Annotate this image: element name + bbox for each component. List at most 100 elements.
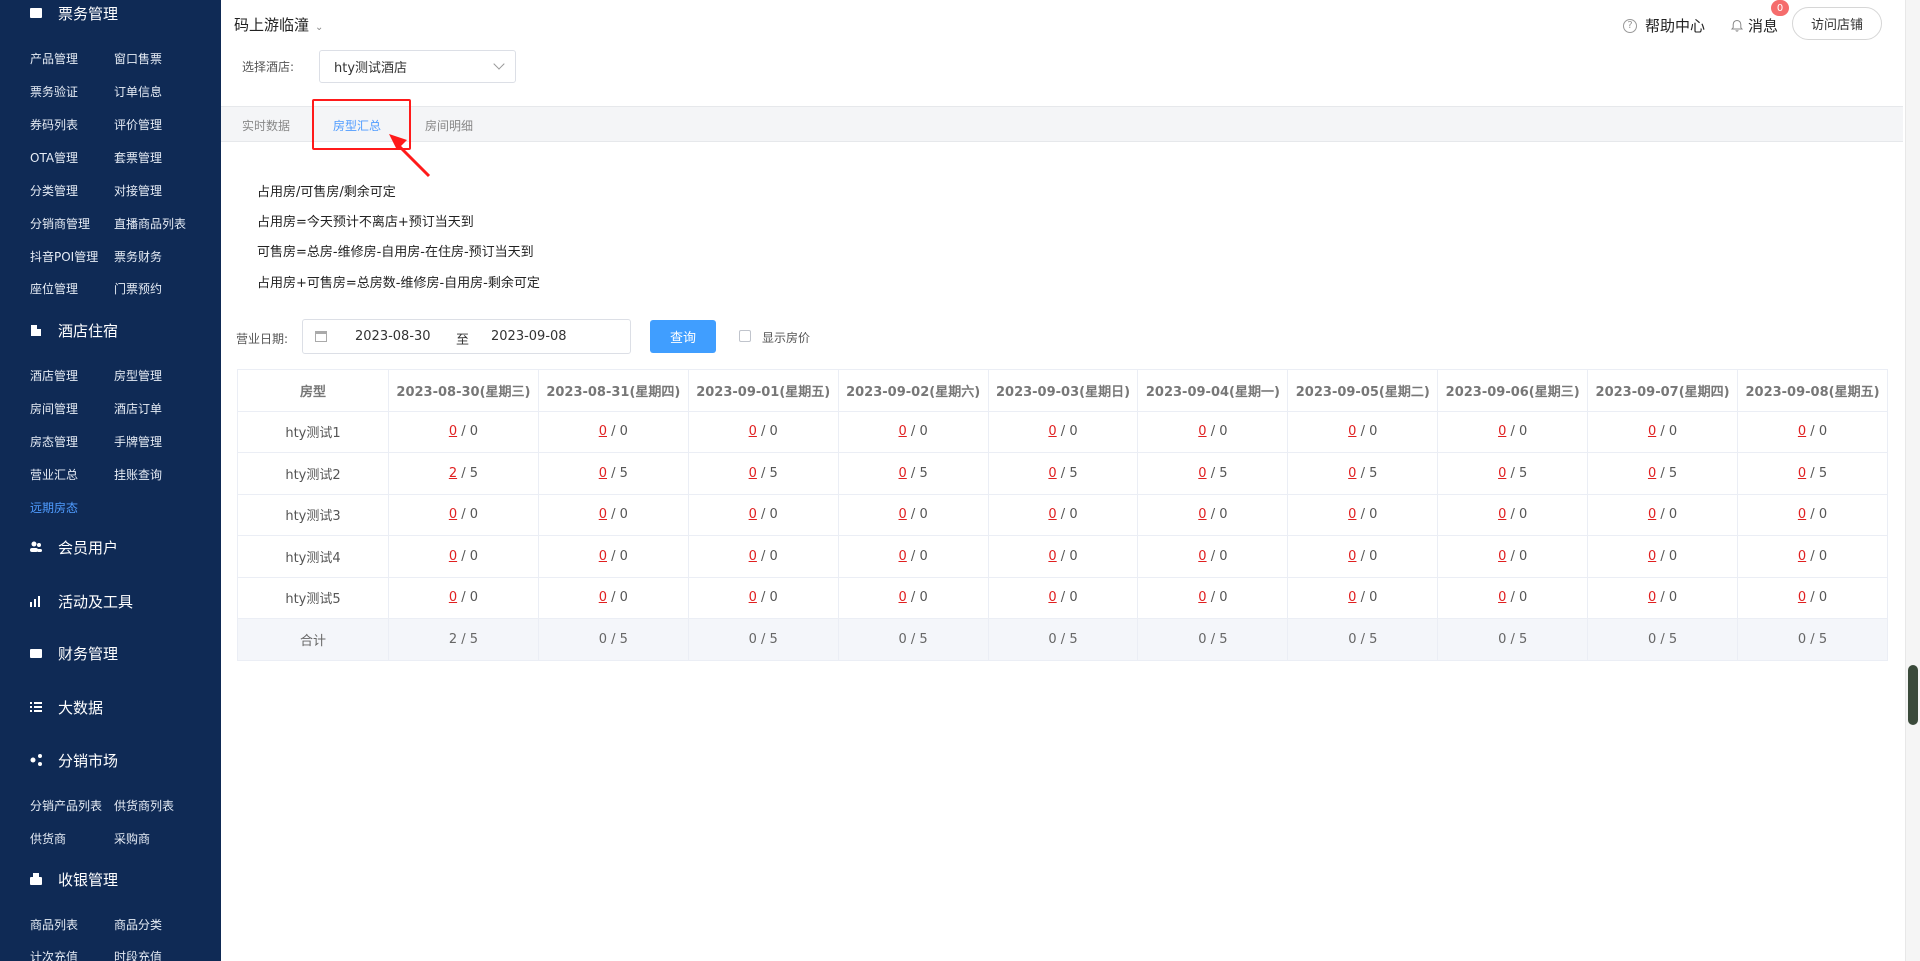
occupied-count-link[interactable]: 0 [899,424,907,439]
sidebar-item[interactable]: 票务验证 [30,83,78,100]
occupied-count-link[interactable]: 0 [749,590,757,605]
occupied-count-link[interactable]: 0 [1648,590,1656,605]
hotel-select[interactable]: hty测试酒店 [319,50,516,83]
sidebar-item[interactable]: 采购商 [114,830,150,847]
sidebar-item[interactable]: OTA管理 [30,149,78,166]
start-date[interactable]: 2023-08-30 [355,329,431,344]
occupied-count-link[interactable]: 0 [1198,466,1206,481]
sidebar-item[interactable]: 酒店管理 [30,367,78,384]
occupied-count-link[interactable]: 2 [449,466,457,481]
page-scrollbar[interactable] [1905,0,1920,961]
sidebar-item[interactable]: 票务财务 [114,248,162,265]
sidebar-section-members[interactable]: 会员用户 [0,532,221,562]
sidebar-item[interactable]: 商品列表 [30,916,78,933]
occupied-count-link[interactable]: 0 [1648,549,1656,564]
occupied-count-link[interactable]: 0 [1798,549,1806,564]
occupied-count-link[interactable]: 0 [599,507,607,522]
sidebar-item[interactable]: 分类管理 [30,182,78,199]
sidebar-item[interactable]: 座位管理 [30,280,78,297]
occupied-count-link[interactable]: 0 [749,549,757,564]
sidebar-item[interactable]: 时段充值 [114,948,162,961]
sidebar-item[interactable]: 营业汇总 [30,466,78,483]
occupied-count-link[interactable]: 0 [1198,507,1206,522]
occupied-count-link[interactable]: 0 [449,549,457,564]
sidebar-section-cashier[interactable]: 收银管理 [0,864,221,894]
help-center-link[interactable]: ? 帮助中心 [1623,15,1705,36]
sidebar-item[interactable]: 分销产品列表 [30,797,102,814]
occupied-count-link[interactable]: 0 [599,424,607,439]
occupied-count-link[interactable]: 0 [1798,424,1806,439]
occupied-count-link[interactable]: 0 [899,466,907,481]
occupied-count-link[interactable]: 0 [1048,549,1056,564]
sidebar-item[interactable]: 供货商列表 [114,797,174,814]
hotel-select-label: 选择酒店: [242,60,295,74]
ticket-icon [28,5,44,21]
sidebar-item[interactable]: 商品分类 [114,916,162,933]
sidebar-item[interactable]: 抖音POI管理 [30,248,98,265]
occupied-count-link[interactable]: 0 [599,590,607,605]
occupied-count-link[interactable]: 0 [899,590,907,605]
sidebar-item[interactable]: 供货商 [30,830,66,847]
occupied-count-link[interactable]: 0 [449,590,457,605]
occupied-count-link[interactable]: 0 [1198,424,1206,439]
store-switcher[interactable]: 码上游临潼 ⌄ [234,14,323,35]
sidebar-section-distribution[interactable]: 分销市场 [0,745,221,775]
separator: / [1206,590,1220,606]
occupied-count-link[interactable]: 0 [1648,466,1656,481]
occupied-count-link[interactable]: 0 [1198,590,1206,605]
occupied-count-link[interactable]: 0 [1048,424,1056,439]
occupied-count-link[interactable]: 0 [1048,507,1056,522]
sidebar-item[interactable]: 计次充值 [30,948,78,961]
sidebar-item[interactable]: 产品管理 [30,50,78,67]
sidebar-section-hotel[interactable]: 酒店住宿 [0,315,221,345]
occupied-count-link[interactable]: 0 [1648,424,1656,439]
occupied-count-link[interactable]: 0 [749,507,757,522]
sellable-count: 0 [919,548,928,564]
sidebar-item[interactable]: 门票预约 [114,280,162,297]
sidebar-item[interactable]: 挂账查询 [114,466,162,483]
scroll-handle[interactable] [1908,665,1918,725]
sidebar-item-active[interactable]: 远期房态 [30,499,78,516]
occupied-count-link[interactable]: 0 [1198,549,1206,564]
occupied-count-link[interactable]: 0 [449,507,457,522]
occupied-count-link[interactable]: 0 [1648,507,1656,522]
occupied-count-link[interactable]: 0 [899,507,907,522]
end-date[interactable]: 2023-09-08 [491,329,567,344]
sidebar-item[interactable]: 房间管理 [30,400,78,417]
sidebar-item[interactable]: 房型管理 [114,367,162,384]
sidebar-item[interactable]: 评价管理 [114,116,162,133]
sidebar-section-bigdata[interactable]: 大数据 [0,692,221,722]
occupied-count-link[interactable]: 0 [599,549,607,564]
tab-realtime-data[interactable]: 实时数据 [242,117,290,134]
occupied-count-link[interactable]: 0 [1798,507,1806,522]
sidebar-section-ticket[interactable]: 票务管理 [0,0,221,28]
occupied-count-link[interactable]: 0 [449,424,457,439]
sidebar-item[interactable]: 直播商品列表 [114,215,186,232]
sidebar-item[interactable]: 分销商管理 [30,215,90,232]
occupied-count-link[interactable]: 0 [1798,466,1806,481]
visit-store-button[interactable]: 访问店铺 [1792,7,1882,40]
sidebar-item[interactable]: 套票管理 [114,149,162,166]
sidebar-section-tools[interactable]: 活动及工具 [0,586,221,616]
occupied-count-link[interactable]: 0 [1048,466,1056,481]
occupied-count-link[interactable]: 0 [1798,590,1806,605]
occupied-count-link[interactable]: 0 [749,466,757,481]
separator: / [756,590,770,606]
messages-link[interactable]: 消息 [1730,15,1778,36]
sidebar-item[interactable]: 券码列表 [30,116,78,133]
occupied-count-link[interactable]: 0 [899,549,907,564]
date-range-picker[interactable]: 2023-08-30 至 2023-09-08 [302,319,631,354]
availability-cell: 0 / 5 [1587,452,1739,495]
sidebar-item[interactable]: 酒店订单 [114,400,162,417]
occupied-count-link[interactable]: 0 [749,424,757,439]
occupied-count-link[interactable]: 0 [599,466,607,481]
sidebar-item[interactable]: 房态管理 [30,433,78,450]
sidebar-section-finance[interactable]: 财务管理 [0,638,221,668]
sidebar-item[interactable]: 对接管理 [114,182,162,199]
show-price-checkbox[interactable] [739,330,751,342]
sidebar-item[interactable]: 订单信息 [114,83,162,100]
query-button[interactable]: 查询 [650,320,716,353]
sidebar-item[interactable]: 窗口售票 [114,50,162,67]
occupied-count-link[interactable]: 0 [1048,590,1056,605]
sidebar-item[interactable]: 手牌管理 [114,433,162,450]
